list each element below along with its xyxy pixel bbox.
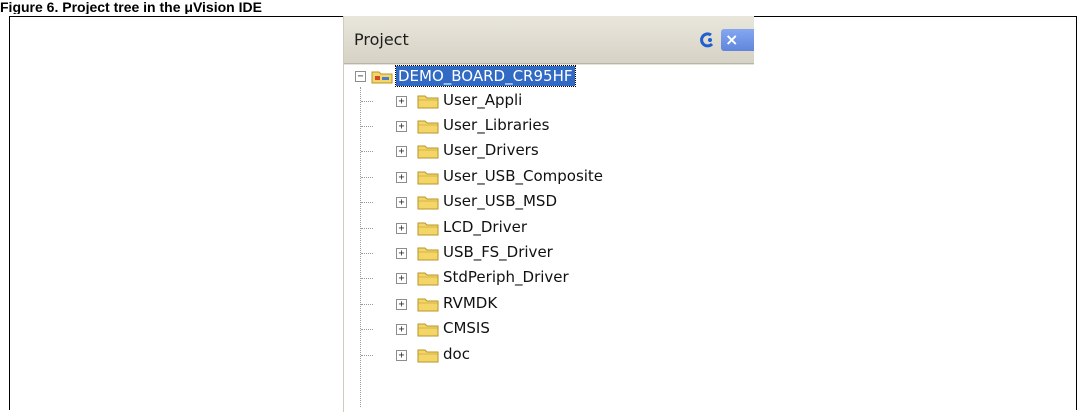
pin-icon[interactable] — [696, 30, 718, 50]
expand-icon[interactable]: + — [396, 197, 407, 209]
tree-connector — [361, 303, 373, 305]
project-panel: Project × − DEMO_BOARD_CR95HF + User_Appl… — [343, 16, 754, 412]
tree-item[interactable]: + User_Libraries — [344, 115, 754, 137]
tree-connector — [361, 278, 373, 280]
tree-item-label[interactable]: User_USB_Composite — [443, 167, 603, 185]
close-button[interactable]: × — [721, 29, 754, 51]
expand-icon[interactable]: + — [396, 146, 407, 158]
tree-item-label[interactable]: LCD_Driver — [443, 218, 527, 236]
tree-connector — [361, 202, 373, 204]
folder-icon — [417, 95, 439, 109]
expand-icon[interactable]: + — [396, 121, 407, 132]
tree-item[interactable]: + CMSIS — [344, 318, 754, 340]
tree-item[interactable]: + LCD_Driver — [344, 217, 754, 239]
expand-icon[interactable]: + — [396, 248, 407, 259]
figure-caption: Figure 6. Project tree in the μVision ID… — [0, 0, 262, 14]
tree-item-label[interactable]: USB_FS_Driver — [443, 243, 553, 261]
tree-item[interactable]: + StdPeriph_Driver — [344, 267, 754, 289]
folder-icon — [417, 272, 439, 286]
tree-item-label[interactable]: StdPeriph_Driver — [443, 268, 569, 286]
tree-item[interactable]: + User_Appli — [344, 90, 754, 112]
expand-icon[interactable]: + — [396, 349, 407, 361]
folder-icon — [417, 298, 439, 312]
expand-icon[interactable]: + — [396, 95, 407, 107]
tree-item[interactable]: + User_USB_MSD — [344, 191, 754, 213]
tree-root[interactable]: − DEMO_BOARD_CR95HF — [344, 65, 754, 87]
tree-item-label[interactable]: doc — [443, 345, 470, 363]
tree-item[interactable]: + User_Drivers — [344, 140, 754, 162]
tree-root-label[interactable]: DEMO_BOARD_CR95HF — [394, 65, 577, 87]
expand-icon[interactable]: + — [396, 273, 407, 285]
panel-title: Project — [354, 30, 409, 49]
tree-connector — [361, 354, 373, 356]
panel-titlebar: Project × — [344, 16, 754, 64]
folder-icon — [417, 145, 439, 159]
expand-icon[interactable]: + — [396, 324, 407, 336]
tree-item[interactable]: + RVMDK — [344, 293, 754, 315]
folder-icon — [417, 171, 439, 185]
project-tree: − DEMO_BOARD_CR95HF + User_Appli + User_Lib… — [344, 64, 754, 412]
tree-item-label[interactable]: RVMDK — [443, 294, 497, 312]
tree-connector — [361, 227, 373, 229]
tree-item[interactable]: + USB_FS_Driver — [344, 242, 754, 264]
folder-icon — [417, 196, 439, 210]
tree-connector — [361, 329, 373, 331]
tree-connector — [361, 126, 373, 127]
expand-icon[interactable]: + — [396, 298, 407, 310]
tree-item-label[interactable]: User_USB_MSD — [443, 192, 557, 210]
folder-icon — [417, 120, 439, 134]
tree-item-label[interactable]: User_Drivers — [443, 141, 539, 159]
folder-icon — [417, 222, 439, 236]
tree-item[interactable]: + doc — [344, 344, 754, 366]
folder-icon — [417, 247, 439, 261]
folder-icon — [417, 349, 439, 363]
expand-icon[interactable]: + — [396, 171, 407, 183]
tree-item[interactable]: + User_USB_Composite — [344, 166, 754, 188]
expand-icon[interactable]: + — [396, 222, 407, 234]
project-folder-icon — [371, 71, 393, 84]
tree-connector — [361, 253, 373, 254]
tree-connector — [361, 151, 373, 153]
tree-item-label[interactable]: CMSIS — [443, 319, 490, 337]
tree-item-label[interactable]: User_Libraries — [443, 116, 549, 134]
collapse-icon[interactable]: − — [355, 71, 366, 82]
tree-item-label[interactable]: User_Appli — [443, 91, 522, 109]
folder-icon — [417, 323, 439, 337]
tree-connector — [361, 176, 373, 178]
tree-connector — [361, 100, 373, 102]
